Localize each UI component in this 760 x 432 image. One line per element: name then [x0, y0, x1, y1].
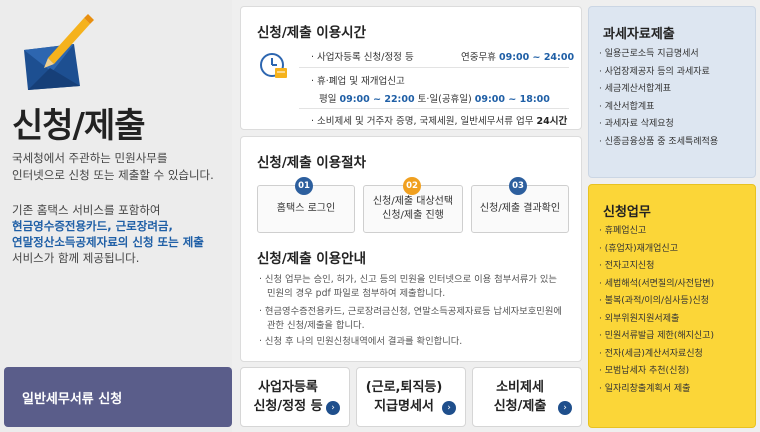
guide-item: · 신청 후 나의 민원신청내역에서 결과를 확인합니다. — [259, 335, 571, 349]
step-label: 신청/제출 결과확인 — [479, 203, 561, 214]
application-panel: 신청업무 휴폐업신고 (휴업자)재개업신고 전자고지신청 세법해석(서면질의/사… — [588, 184, 756, 428]
desc-highlight: 연말정산소득공제자료의 신청 또는 제출 — [12, 235, 204, 249]
tax-data-item[interactable]: 과세자료 삭제요청 — [599, 117, 718, 135]
hours-row-consumption: · 소비제세 및 거주자 증명, 국제세원, 일반세무서류 업무 24시간 — [311, 113, 567, 127]
label-line: 지급명세서 — [374, 399, 434, 414]
consumption-tax-button[interactable]: 소비제세 신청/제출 › — [472, 367, 582, 427]
arrow-right-icon: › — [442, 401, 456, 415]
application-item[interactable]: 모범납세자 추천(신청) — [599, 363, 714, 381]
guide-line: · 신청 업무는 승인, 허가, 신고 등의 민원을 인터넷으로 이용 첨부서류… — [259, 274, 557, 285]
page-title: 신청/제출 — [12, 106, 146, 146]
row-time: 24시간 — [536, 116, 568, 127]
guide-line: 민원의 경우 pdf 파일로 첨부하여 제출합니다. — [267, 288, 446, 299]
step-badge: 03 — [509, 177, 527, 195]
business-registration-button[interactable]: 사업자등록 신청/정정 등 › — [240, 367, 350, 427]
tax-data-item[interactable]: 사업장제공자 등의 과세자료 — [599, 65, 718, 83]
desc-highlight: 현금영수증전용카드, 근로장려금, — [12, 219, 173, 233]
label-line: 신청/제출 — [493, 399, 547, 414]
desc-line: 국세청에서 주관하는 민원사무를 — [12, 151, 168, 165]
payment-statement-button[interactable]: (근로,퇴직등) 지급명세서 › — [356, 367, 466, 427]
guide-line: · 현금영수증전용카드, 근로장려금신청, 연말소득공제자료등 납세자보호민원에 — [259, 306, 562, 317]
guide-item: · 현금영수증전용카드, 근로장려금신청, 연말소득공제자료등 납세자보호민원에… — [259, 305, 571, 333]
arrow-right-icon: › — [326, 401, 340, 415]
divider — [299, 67, 569, 68]
weekend-time: 09:00 ~ 18:00 — [474, 94, 550, 105]
hours-title: 신청/제출 이용시간 — [257, 25, 366, 41]
application-title: 신청업무 — [603, 205, 651, 220]
application-item[interactable]: 민원서류발급 제한(해지신고) — [599, 328, 714, 346]
application-item[interactable]: 불복(과적/이의/심사등)신청 — [599, 293, 714, 311]
hours-row-business-reg-time: 연중무휴 09:00 ~ 24:00 — [461, 49, 574, 63]
guide-item: · 신청 업무는 승인, 허가, 신고 등의 민원을 인터넷으로 이용 첨부서류… — [259, 273, 571, 301]
guide-line: · 신청 후 나의 민원신청내역에서 결과를 확인합니다. — [259, 336, 463, 347]
hero-service-description: 기존 홈택스 서비스를 포함하여 현금영수증전용카드, 근로장려금, 연말정산소… — [12, 202, 232, 266]
divider — [299, 108, 569, 109]
mail-pen-icon — [24, 14, 94, 90]
tax-data-panel: 과세자료제출 일용근로소득 지급명세서 사업장제공자 등의 과세자료 세금계산서… — [588, 6, 756, 178]
step-badge: 01 — [295, 177, 313, 195]
tax-data-title: 과세자료제출 — [603, 27, 675, 42]
row-time: 09:00 ~ 24:00 — [499, 52, 575, 63]
arrow-right-icon: › — [558, 401, 572, 415]
guide-line: 관한 신청/제출을 합니다. — [267, 320, 365, 331]
row-label: · 휴·폐업 및 재개업신고 — [311, 76, 405, 87]
tax-data-item[interactable]: 계산서합계표 — [599, 100, 718, 118]
weekend-label: 토·일(공휴일) — [417, 94, 472, 105]
tax-data-list: 일용근로소득 지급명세서 사업장제공자 등의 과세자료 세금계산서합계표 계산서… — [599, 47, 718, 152]
application-item[interactable]: 세법해석(서면질의/사전답변) — [599, 276, 714, 294]
application-item[interactable]: 휴폐업신고 — [599, 223, 714, 241]
application-item[interactable]: 전자(세금)계산서자료신청 — [599, 346, 714, 364]
clock-calendar-icon — [260, 53, 287, 78]
application-item[interactable]: 전자고지신청 — [599, 258, 714, 276]
step-label: 홈택스 로그인 — [276, 203, 336, 214]
tax-data-item[interactable]: 일용근로소득 지급명세서 — [599, 47, 718, 65]
hours-row-closure: · 휴·폐업 및 재개업신고 — [311, 73, 405, 87]
label-line: 신청/정정 등 — [253, 399, 323, 414]
step-label: 신청/제출 대상선택 신청/제출 진행 — [373, 195, 453, 223]
application-item[interactable]: (휴업자)재개업신고 — [599, 241, 714, 259]
application-item[interactable]: 외부위원지원서제출 — [599, 311, 714, 329]
hours-panel: 신청/제출 이용시간 · 사업자등록 신청/정정 등 연중무휴 09:00 ~ … — [240, 6, 582, 130]
step-badge: 02 — [403, 177, 421, 195]
desc-line: 기존 홈택스 서비스를 포함하여 — [12, 203, 161, 217]
desc-line: 인터넷으로 신청 또는 제출할 수 있습니다. — [12, 168, 214, 182]
desc-line: 서비스가 함께 제공됩니다. — [12, 251, 140, 265]
hero-description: 국세청에서 주관하는 민원사무를 인터넷으로 신청 또는 제출할 수 있습니다. — [12, 150, 227, 184]
procedure-title: 신청/제출 이용절차 — [257, 155, 366, 171]
application-list: 휴폐업신고 (휴업자)재개업신고 전자고지신청 세법해석(서면질의/사전답변) … — [599, 223, 714, 398]
weekday-time: 09:00 ~ 22:00 — [339, 94, 415, 105]
row-label: · 소비제세 및 거주자 증명, 국제세원, 일반세무서류 업무 — [311, 116, 534, 127]
label-line: (근로,퇴직등) — [365, 380, 443, 395]
procedure-panel: 신청/제출 이용절차 01 홈택스 로그인 02 신청/제출 대상선택 신청/제… — [240, 136, 582, 362]
tax-data-item[interactable]: 세금계산서합계표 — [599, 82, 718, 100]
row-label: · 사업자등록 신청/정정 등 — [311, 52, 414, 63]
hours-row-closure-times: 평일 09:00 ~ 22:00 토·일(공휴일) 09:00 ~ 18:00 — [319, 91, 550, 105]
application-item[interactable]: 일자리창출계획서 제출 — [599, 381, 714, 399]
step-label-line: 신청/제출 진행 — [382, 210, 444, 221]
guide-title: 신청/제출 이용안내 — [257, 251, 366, 267]
row-days: 연중무휴 — [461, 52, 496, 63]
selected-link[interactable]: 일용근로소득 지급명세서 — [599, 49, 699, 59]
label-line: 소비제세 — [496, 380, 544, 395]
step-label-line: 신청/제출 대상선택 — [372, 196, 454, 207]
hours-row-business-reg: · 사업자등록 신청/정정 등 — [311, 49, 414, 63]
tax-data-item[interactable]: 신종금융상품 중 조세특례적용 — [599, 135, 718, 153]
weekday-label: 평일 — [319, 94, 337, 105]
general-tax-document-button[interactable]: 일반세무서류 신청 — [4, 367, 232, 427]
label-line: 사업자등록 — [258, 380, 318, 395]
